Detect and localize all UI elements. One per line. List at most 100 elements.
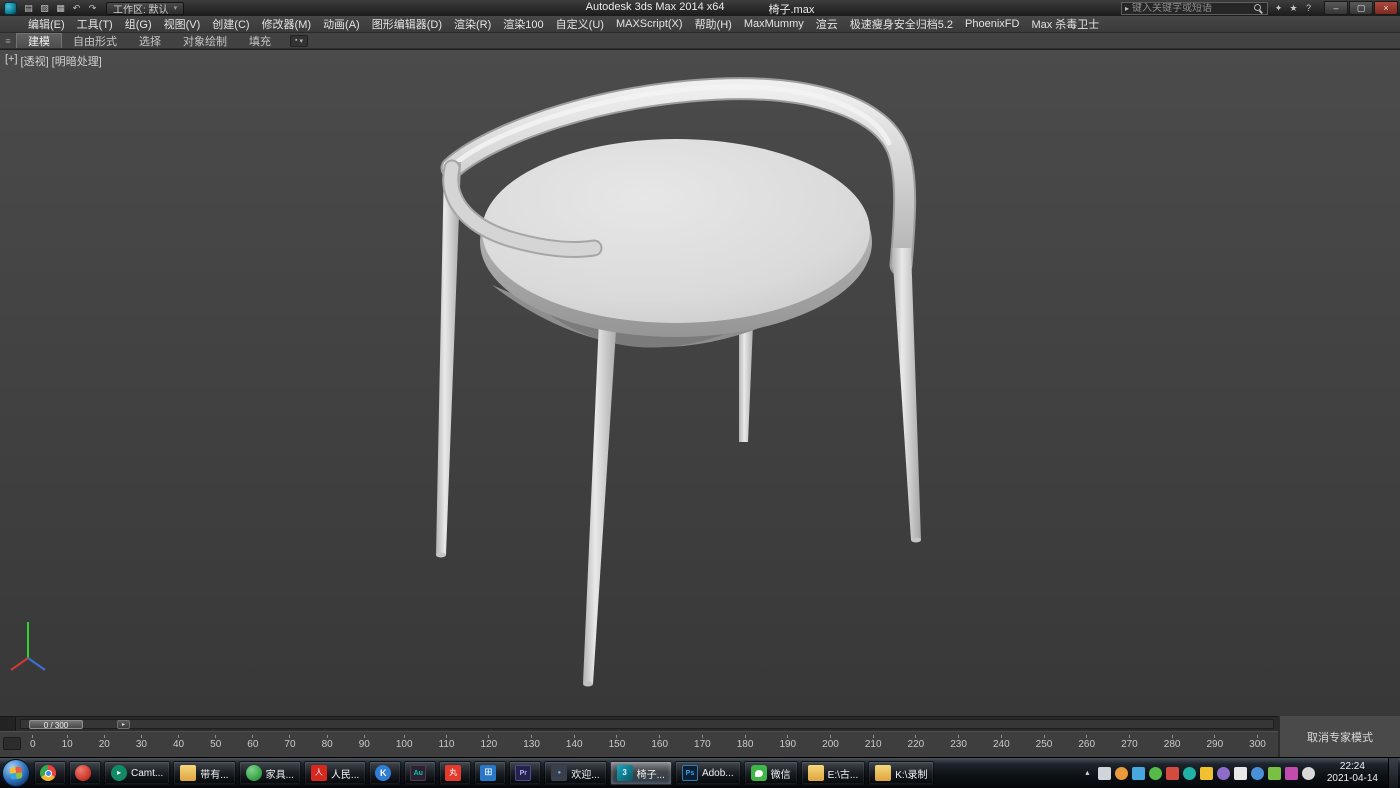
show-desktop-button[interactable] bbox=[1388, 758, 1398, 788]
start-button[interactable] bbox=[2, 759, 30, 787]
time-slider-thumb[interactable]: 0 / 300 bbox=[29, 720, 83, 729]
frame-tick-label: 290 bbox=[1206, 735, 1223, 750]
ribbon-tab-freeform[interactable]: 自由形式 bbox=[62, 33, 128, 48]
track-bar[interactable]: 0102030405060708090100110120130140150160… bbox=[0, 731, 1278, 757]
favorites-icon[interactable]: ★ bbox=[1286, 2, 1301, 15]
taskbar-audition[interactable]: Au bbox=[404, 761, 436, 785]
tray-icon-6[interactable] bbox=[1183, 767, 1196, 780]
menu-item[interactable]: 渲染(R) bbox=[448, 16, 497, 32]
viewport-general-menu[interactable]: [+] bbox=[5, 53, 18, 69]
time-slider-grip[interactable] bbox=[0, 717, 16, 731]
taskbar-folder-k[interactable]: K:\录制 bbox=[868, 761, 934, 785]
tray-icon-5[interactable] bbox=[1166, 767, 1179, 780]
3dsmax-application-menu-icon[interactable] bbox=[4, 2, 17, 15]
taskbar-k-app[interactable]: K bbox=[369, 761, 401, 785]
menu-item[interactable]: 渲云 bbox=[810, 16, 844, 32]
tray-icon-1[interactable] bbox=[1098, 767, 1111, 780]
time-slider-track[interactable]: 0 / 300 ▸ bbox=[20, 719, 1274, 729]
windows-flag-icon bbox=[9, 766, 22, 779]
tray-icon-8[interactable] bbox=[1217, 767, 1230, 780]
open-file-icon[interactable]: ▨ bbox=[37, 2, 52, 15]
taskbar-wechat[interactable]: 微信 bbox=[744, 761, 798, 785]
perspective-viewport[interactable]: [+][透视][明暗处理] bbox=[0, 49, 1400, 716]
menu-item[interactable]: 修改器(M) bbox=[256, 16, 318, 32]
track-bar-toggle-icon[interactable] bbox=[3, 737, 21, 750]
ribbon-overflow-button[interactable]: ▪ ▾ bbox=[290, 35, 308, 47]
taskbar-red-app[interactable] bbox=[69, 761, 101, 785]
taskbar-camtasia[interactable]: ▸ Camt... bbox=[104, 761, 170, 785]
next-frame-button[interactable]: ▸ bbox=[117, 720, 130, 729]
menu-item[interactable]: 图形编辑器(D) bbox=[366, 16, 448, 32]
taskbar-wan[interactable]: 丸 bbox=[439, 761, 471, 785]
tray-icon-10[interactable] bbox=[1251, 767, 1264, 780]
ribbon-grip-icon[interactable]: ≡ bbox=[0, 36, 16, 46]
menu-item[interactable]: Max 杀毒卫士 bbox=[1025, 16, 1105, 32]
menu-item[interactable]: 动画(A) bbox=[317, 16, 366, 32]
taskbar-folder-daiyou[interactable]: 带有... bbox=[173, 761, 235, 785]
app-icon: 丸 bbox=[445, 765, 461, 781]
minimize-button[interactable]: – bbox=[1324, 1, 1348, 15]
tray-icon-3[interactable] bbox=[1132, 767, 1145, 780]
app-label: 椅子... bbox=[637, 766, 665, 781]
help-icon[interactable]: ? bbox=[1301, 2, 1316, 15]
tray-icon-4[interactable] bbox=[1149, 767, 1162, 780]
taskbar-folder-e[interactable]: E:\古... bbox=[801, 761, 866, 785]
search-icon[interactable] bbox=[1253, 3, 1264, 14]
menu-item[interactable]: 极速瘦身安全归档5.2 bbox=[844, 16, 959, 32]
workspace-selector[interactable]: 工作区: 默认 ▾ bbox=[106, 2, 184, 15]
taskbar-photoshop[interactable]: Ps Adob... bbox=[675, 761, 741, 785]
save-file-icon[interactable]: ▦ bbox=[53, 2, 68, 15]
menubar: 编辑(E)工具(T)组(G)视图(V)创建(C)修改器(M)动画(A)图形编辑器… bbox=[0, 16, 1400, 33]
taskbar-premiere[interactable]: Pr bbox=[509, 761, 541, 785]
taskbar-jiaju[interactable]: 家具... bbox=[239, 761, 301, 785]
tray-icon-12[interactable] bbox=[1285, 767, 1298, 780]
viewport-canvas[interactable] bbox=[0, 50, 1400, 716]
tray-hidden-icons-arrow[interactable]: ▴ bbox=[1081, 767, 1094, 780]
ribbon-tab-modeling[interactable]: 建模 bbox=[16, 33, 62, 48]
menu-item[interactable]: 创建(C) bbox=[206, 16, 255, 32]
tray-icon-9[interactable] bbox=[1234, 767, 1247, 780]
frame-tick-label: 90 bbox=[359, 735, 370, 750]
viewport-pov-menu[interactable]: [透视] bbox=[21, 53, 49, 69]
tray-icon-7[interactable] bbox=[1200, 767, 1213, 780]
taskbar-tiles[interactable]: ⊞ bbox=[474, 761, 506, 785]
app-icon: ⊞ bbox=[480, 765, 496, 781]
ribbon-tab-object-paint[interactable]: 对象绘制 bbox=[172, 33, 238, 48]
bottom-bars: 0 / 300 ▸ 010203040506070809010011012013… bbox=[0, 716, 1400, 757]
close-button[interactable]: × bbox=[1374, 1, 1398, 15]
menu-item[interactable]: 编辑(E) bbox=[22, 16, 71, 32]
restore-button[interactable]: ▢ bbox=[1349, 1, 1373, 15]
tray-icon-13[interactable] bbox=[1302, 767, 1315, 780]
menu-item[interactable]: 工具(T) bbox=[71, 16, 119, 32]
workspace-label: 工作区: 默认 bbox=[113, 1, 169, 16]
cancel-expert-mode-button[interactable]: 取消专家模式 bbox=[1301, 727, 1379, 747]
frame-ruler: 0102030405060708090100110120130140150160… bbox=[30, 735, 1266, 750]
chair-model[interactable] bbox=[0, 50, 1400, 716]
search-input[interactable] bbox=[1132, 3, 1250, 14]
ribbon-tab-populate[interactable]: 填充 bbox=[238, 33, 282, 48]
menu-item[interactable]: PhoenixFD bbox=[959, 16, 1025, 32]
viewport-shading-menu[interactable]: [明暗处理] bbox=[52, 53, 102, 69]
redo-icon[interactable]: ↷ bbox=[85, 2, 100, 15]
tray-icon-2[interactable] bbox=[1115, 767, 1128, 780]
new-file-icon[interactable]: ▤ bbox=[21, 2, 36, 15]
menu-item[interactable]: 组(G) bbox=[119, 16, 158, 32]
menu-item[interactable]: MAXScript(X) bbox=[610, 16, 689, 32]
tray-icon-11[interactable] bbox=[1268, 767, 1281, 780]
taskbar-chrome[interactable] bbox=[34, 761, 66, 785]
taskbar-clock[interactable]: 22:24 2021-04-14 bbox=[1319, 761, 1384, 786]
communication-center-icon[interactable]: ✦ bbox=[1271, 2, 1286, 15]
menu-item[interactable]: 帮助(H) bbox=[689, 16, 738, 32]
taskbar-3dsmax-yizi[interactable]: 3 椅子... bbox=[610, 761, 672, 785]
taskbar-renmin[interactable]: 人 人民... bbox=[304, 761, 366, 785]
menu-item[interactable]: 渲染100 bbox=[497, 16, 549, 32]
menu-item[interactable]: MaxMummy bbox=[738, 16, 810, 32]
frame-tick-label: 70 bbox=[284, 735, 295, 750]
undo-icon[interactable]: ↶ bbox=[69, 2, 84, 15]
ribbon-tab-selection[interactable]: 选择 bbox=[128, 33, 172, 48]
menu-item[interactable]: 视图(V) bbox=[158, 16, 207, 32]
search-arrow-icon[interactable]: ▸ bbox=[1125, 4, 1129, 13]
taskbar-huanying[interactable]: ● 欢迎... bbox=[544, 761, 606, 785]
menu-item[interactable]: 自定义(U) bbox=[550, 16, 610, 32]
app-icon bbox=[246, 765, 262, 781]
